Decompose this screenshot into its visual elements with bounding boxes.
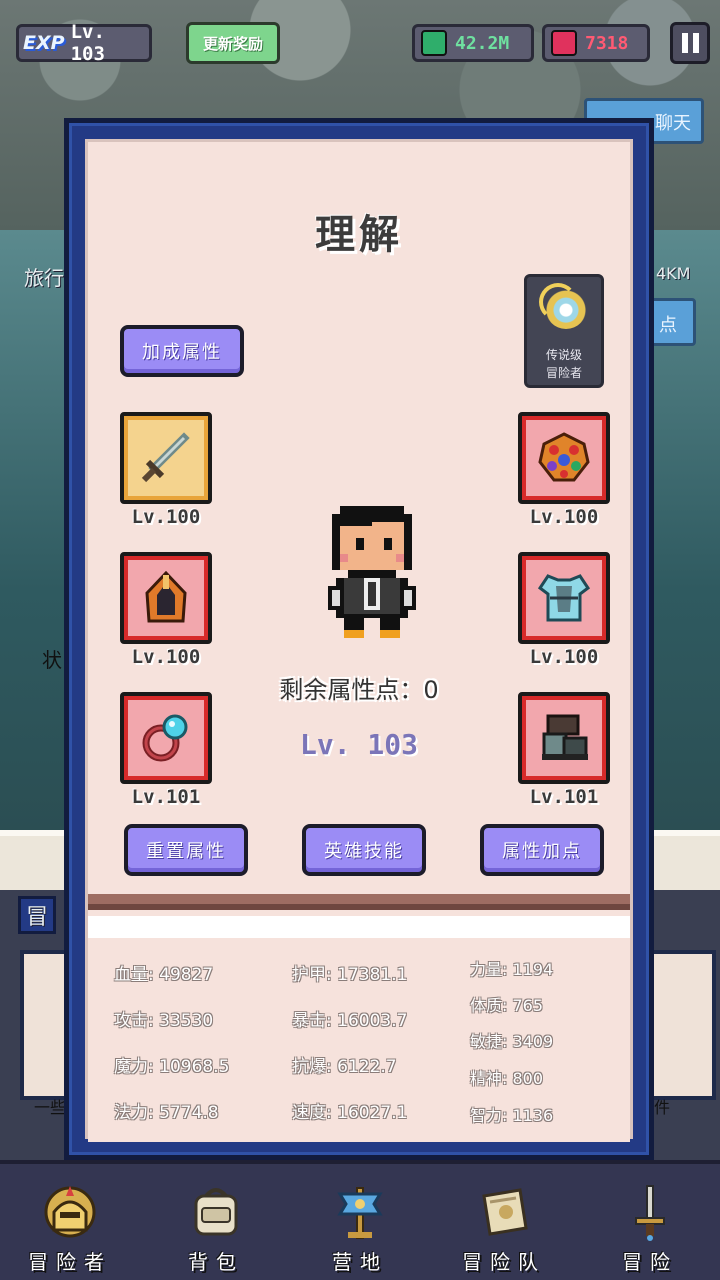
section-divider — [88, 894, 630, 910]
knight-helmet-icon — [44, 1186, 96, 1238]
nav-adventure[interactable]: 冒险 — [590, 1176, 710, 1276]
stat-magic-power: 魔力: 10968.5 — [114, 1057, 230, 1077]
stat-mana: 法力: 5774.8 — [114, 1103, 219, 1123]
nav-adventurer[interactable]: 冒险者 — [10, 1176, 130, 1276]
pause-button[interactable] — [670, 22, 710, 64]
green-gem-counter[interactable]: 42.2M — [412, 24, 534, 62]
stat-armor: 护甲: 17381.1 — [292, 965, 408, 985]
stat-strength: 力量: 1194 — [470, 960, 554, 979]
nav-adventurer-label: 冒险者 — [28, 1250, 112, 1274]
section-divider-white — [88, 916, 630, 938]
boots-level: Lv.101 — [529, 786, 599, 808]
helmet-icon — [141, 571, 191, 625]
hero-level: Lv. 103 — [299, 728, 418, 761]
weapon-level: Lv.100 — [131, 506, 201, 528]
adventure-sword-icon — [635, 1185, 665, 1241]
armor-level: Lv.100 — [529, 646, 599, 668]
background-panel-left-text: 一些 — [34, 1098, 67, 1117]
hero-sprite[interactable] — [324, 506, 420, 642]
nav-team-label: 冒险队 — [462, 1250, 546, 1274]
background-status-text: 状 — [42, 648, 62, 672]
exp-level-box: EXP Lv. 103 — [16, 21, 152, 65]
amulet-slot[interactable] — [518, 412, 610, 504]
stat-spirit: 精神: 800 — [470, 1069, 544, 1088]
legend-label-line1: 传说级 — [545, 348, 582, 362]
stat-crit: 暴击: 16003.7 — [292, 1011, 408, 1031]
weapon-slot[interactable] — [120, 412, 212, 504]
stat-hp: 血量: 49827 — [114, 965, 214, 985]
backpack-icon — [194, 1188, 238, 1236]
remaining-points: 剩余属性点：0 — [279, 676, 439, 704]
red-gem-icon — [551, 30, 577, 56]
red-gem-counter[interactable]: 7318 — [542, 24, 650, 62]
amulet-icon — [534, 428, 594, 488]
update-reward-button[interactable]: 更新奖励 — [186, 22, 280, 64]
green-gem-amount: 42.2M — [455, 32, 510, 54]
background-tab-fragment[interactable]: 冒 — [18, 896, 56, 934]
add-attribute-points-button[interactable]: 属性加点 — [480, 824, 604, 876]
bottom-navigation: 冒险者 背包 营地 冒险队 冒险 — [0, 1160, 720, 1280]
helmet-slot[interactable] — [120, 552, 212, 644]
dialog-title: 理解 — [315, 212, 403, 258]
nav-backpack-label: 背包 — [188, 1250, 244, 1274]
background-travel-text: 旅行 — [24, 266, 64, 290]
stat-constitution: 体质: 765 — [470, 996, 544, 1015]
dialog-content: 理解 加成属性 传说级 冒险者 Lv.100 Lv.100 Lv.101 Lv.… — [85, 139, 633, 1142]
side-action-button[interactable]: 点 — [648, 298, 696, 346]
armor-slot[interactable] — [518, 552, 610, 644]
pause-icon-bar — [692, 33, 699, 53]
red-gem-amount: 7318 — [585, 32, 629, 54]
hero-skills-button[interactable]: 英雄技能 — [302, 824, 426, 876]
nav-backpack[interactable]: 背包 — [156, 1176, 276, 1276]
stat-intelligence: 智力: 1136 — [470, 1106, 554, 1125]
nav-adventure-label: 冒险 — [622, 1250, 678, 1274]
stats-panel: 血量: 49827 攻击: 33530 魔力: 10968.5 法力: 5774… — [88, 938, 630, 1142]
background-distance-text: 4KM — [656, 264, 691, 283]
legend-emblem-icon — [539, 283, 587, 329]
stat-agility: 敏捷: 3409 — [470, 1032, 554, 1051]
hero-detail-dialog: 理解 加成属性 传说级 冒险者 Lv.100 Lv.100 Lv.101 Lv.… — [64, 118, 654, 1160]
stat-crit-resist: 抗爆: 6122.7 — [292, 1057, 397, 1077]
camp-banner-icon — [337, 1187, 383, 1239]
bonus-attributes-button[interactable]: 加成属性 — [120, 325, 244, 377]
stat-speed: 速度: 16027.1 — [292, 1103, 408, 1123]
amulet-level: Lv.100 — [529, 506, 599, 528]
stat-attack: 攻击: 33530 — [114, 1011, 214, 1031]
nav-camp[interactable]: 营地 — [300, 1176, 420, 1276]
nav-camp-label: 营地 — [332, 1250, 388, 1274]
exp-badge: EXP — [23, 32, 65, 54]
reset-attributes-button[interactable]: 重置属性 — [124, 824, 248, 876]
legendary-adventurer-card[interactable]: 传说级 冒险者 — [524, 274, 604, 388]
ring-level: Lv.101 — [131, 786, 201, 808]
chest-armor-icon — [534, 568, 594, 628]
legend-label-line2: 冒险者 — [545, 366, 582, 380]
pause-icon — [681, 33, 688, 53]
team-book-icon — [482, 1188, 528, 1236]
background-panel-right-text: 件 — [654, 1098, 671, 1117]
green-gem-icon — [421, 30, 447, 56]
top-bar: EXP Lv. 103 更新奖励 42.2M 7318 — [0, 0, 720, 80]
nav-team[interactable]: 冒险队 — [444, 1176, 564, 1276]
player-level: Lv. 103 — [70, 21, 105, 65]
sword-icon — [136, 428, 196, 488]
helmet-level: Lv.100 — [131, 646, 201, 668]
